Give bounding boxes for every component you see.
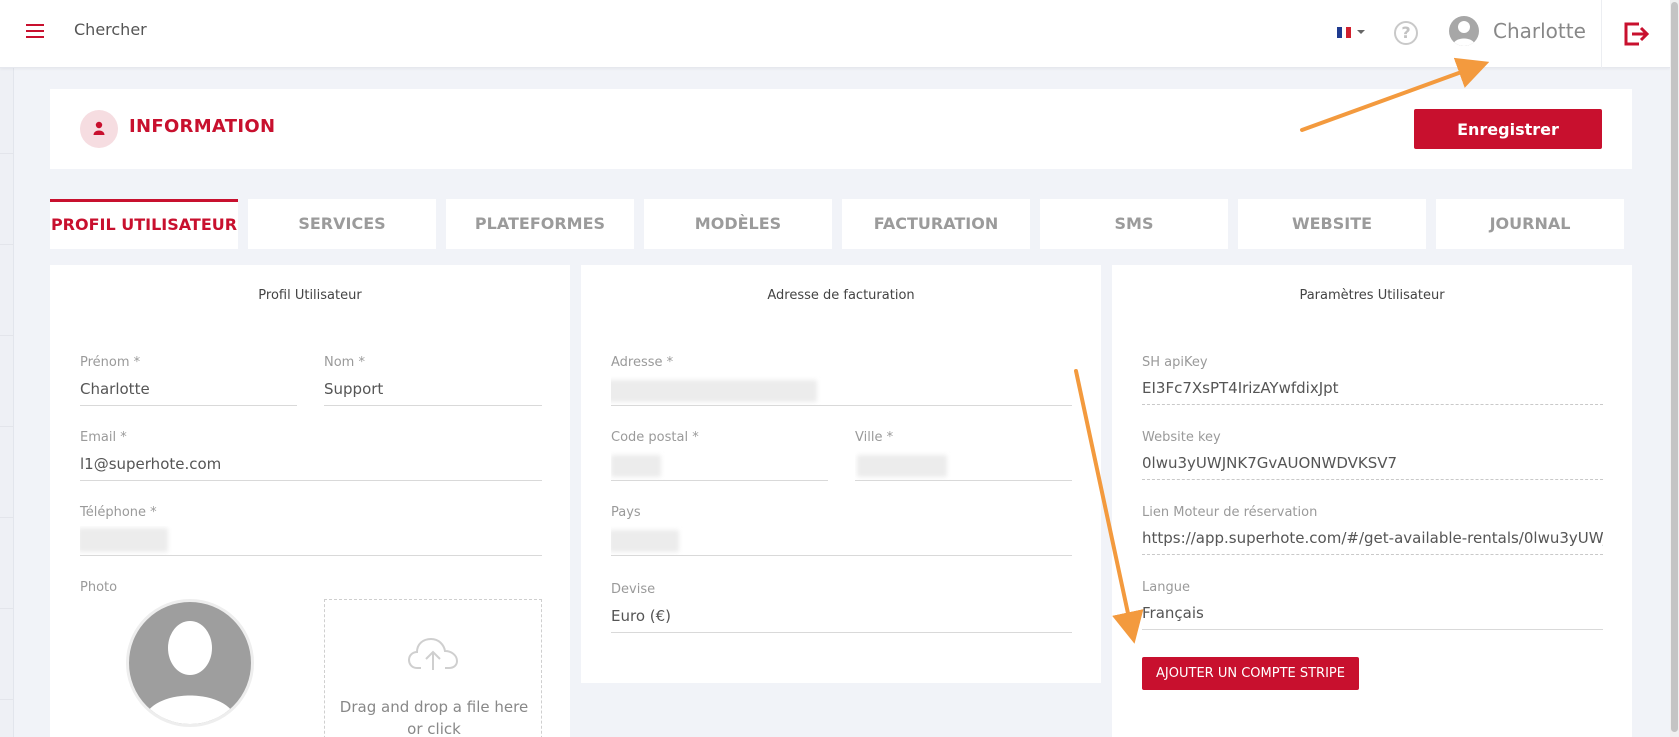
tab-plateformes[interactable]: PLATEFORMES bbox=[446, 199, 634, 249]
apikey-label: SH apiKey bbox=[1142, 355, 1208, 370]
dropzone-text: Drag and drop a file here or click bbox=[339, 698, 529, 737]
email-field[interactable]: l1@superhote.com bbox=[80, 451, 542, 481]
tab-services[interactable]: SERVICES bbox=[248, 199, 436, 249]
code-postal-label: Code postal * bbox=[611, 430, 699, 445]
booking-link-field[interactable]: https://app.superhote.com/#/get-availabl… bbox=[1142, 525, 1603, 555]
add-stripe-account-button[interactable]: AJOUTER UN COMPTE STRIPE bbox=[1142, 657, 1359, 690]
nom-label: Nom * bbox=[324, 355, 365, 370]
apikey-field[interactable]: EI3Fc7XsPT4IrizAYwfdixJpt bbox=[1142, 375, 1603, 405]
devise-select[interactable]: Euro (€) bbox=[611, 603, 1072, 633]
profile-panel: Profil Utilisateur Prénom * Charlotte No… bbox=[50, 265, 570, 737]
language-dropdown-caret-icon[interactable] bbox=[1357, 30, 1365, 34]
redacted-address bbox=[611, 380, 817, 402]
user-info-icon bbox=[80, 110, 118, 148]
user-settings-panel: Paramètres Utilisateur SH apiKey EI3Fc7X… bbox=[1112, 265, 1632, 737]
code-postal-field[interactable] bbox=[611, 451, 828, 481]
profile-panel-title: Profil Utilisateur bbox=[258, 288, 362, 303]
search-input[interactable]: Chercher bbox=[74, 20, 147, 39]
help-icon[interactable]: ? bbox=[1394, 21, 1418, 45]
redacted-postal-code bbox=[611, 455, 661, 477]
tab-bar: PROFIL UTILISATEUR SERVICES PLATEFORMES … bbox=[50, 199, 1624, 249]
pays-field[interactable] bbox=[611, 526, 1072, 556]
user-name[interactable]: Charlotte bbox=[1493, 19, 1586, 43]
photo-dropzone[interactable]: Drag and drop a file here or click bbox=[324, 599, 542, 737]
tab-website[interactable]: WEBSITE bbox=[1238, 199, 1426, 249]
cloud-upload-icon bbox=[407, 637, 459, 670]
prenom-label: Prénom * bbox=[80, 355, 141, 370]
tab-modeles[interactable]: MODÈLES bbox=[644, 199, 832, 249]
page-title: INFORMATION bbox=[129, 116, 276, 137]
email-label: Email * bbox=[80, 430, 127, 445]
logout-icon[interactable] bbox=[1622, 20, 1650, 48]
telephone-field[interactable] bbox=[80, 526, 542, 556]
default-avatar-icon bbox=[143, 621, 237, 724]
devise-label: Devise bbox=[611, 582, 656, 597]
website-key-label: Website key bbox=[1142, 430, 1221, 445]
booking-link-label: Lien Moteur de réservation bbox=[1142, 505, 1318, 520]
billing-address-panel: Adresse de facturation Adresse * Code po… bbox=[581, 265, 1101, 683]
langue-select[interactable]: Français bbox=[1142, 600, 1603, 630]
information-header: INFORMATION Enregistrer bbox=[50, 89, 1632, 169]
ville-label: Ville * bbox=[855, 430, 894, 445]
left-sidebar-edge bbox=[0, 0, 14, 737]
profile-photo bbox=[126, 599, 254, 727]
langue-label: Langue bbox=[1142, 580, 1190, 595]
tab-facturation[interactable]: FACTURATION bbox=[842, 199, 1030, 249]
redacted-country bbox=[611, 530, 679, 552]
adresse-field[interactable] bbox=[611, 376, 1072, 406]
tab-journal[interactable]: JOURNAL bbox=[1436, 199, 1624, 249]
page-scrollbar[interactable] bbox=[1670, 0, 1679, 737]
telephone-label: Téléphone * bbox=[80, 505, 157, 520]
tab-sms[interactable]: SMS bbox=[1040, 199, 1228, 249]
save-button[interactable]: Enregistrer bbox=[1414, 109, 1602, 149]
prenom-field[interactable]: Charlotte bbox=[80, 376, 297, 406]
fr-flag-icon[interactable] bbox=[1337, 27, 1352, 38]
adresse-label: Adresse * bbox=[611, 355, 674, 370]
website-key-field[interactable]: 0lwu3yUWJNK7GvAUONWDVKSV7 bbox=[1142, 450, 1603, 480]
ville-field[interactable] bbox=[855, 451, 1072, 481]
photo-label: Photo bbox=[80, 580, 118, 595]
user-silhouette-icon bbox=[1453, 21, 1475, 46]
settings-panel-title: Paramètres Utilisateur bbox=[1299, 288, 1445, 303]
pays-label: Pays bbox=[611, 505, 641, 520]
tab-profil-utilisateur[interactable]: PROFIL UTILISATEUR bbox=[50, 199, 238, 249]
user-avatar[interactable] bbox=[1449, 16, 1479, 46]
billing-panel-title: Adresse de facturation bbox=[767, 288, 915, 303]
redacted-city bbox=[857, 455, 947, 477]
nom-field[interactable]: Support bbox=[324, 376, 542, 406]
topbar-divider bbox=[1601, 0, 1602, 68]
redacted-phone bbox=[80, 528, 168, 552]
top-navbar: Chercher ? Charlotte bbox=[0, 0, 1670, 68]
hamburger-menu-icon[interactable] bbox=[26, 24, 44, 40]
